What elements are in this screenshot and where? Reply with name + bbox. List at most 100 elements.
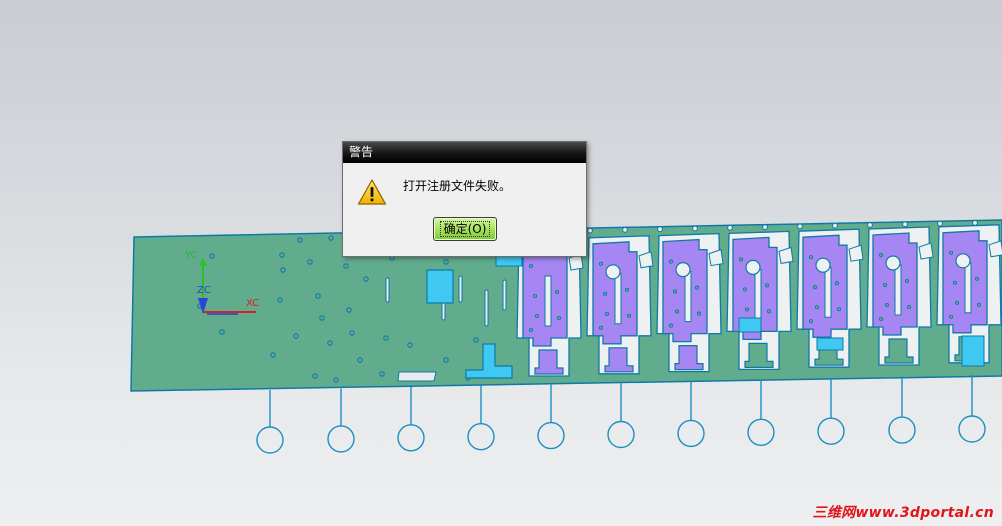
part-slot xyxy=(894,264,902,316)
pilot-hole xyxy=(327,340,333,346)
pilot-hole xyxy=(443,259,449,265)
pilot-hole xyxy=(832,222,838,229)
pilot-hole xyxy=(902,221,908,228)
pilot-hole xyxy=(972,220,978,226)
warning-dialog: 警告 打开注册文件失败。 确定(O) xyxy=(342,141,587,257)
slot xyxy=(502,279,507,311)
part-pin-hole xyxy=(738,257,744,262)
balloon-callout xyxy=(747,418,775,446)
slot xyxy=(397,371,437,382)
watermark: 三维网www.3dportal.cn xyxy=(812,505,994,521)
pilot-hole xyxy=(383,335,389,341)
cut-window xyxy=(816,337,844,351)
pilot-hole xyxy=(346,307,352,313)
balloon-callout xyxy=(958,415,986,443)
pilot-hole xyxy=(277,297,283,303)
part-pin-hole xyxy=(834,281,840,286)
x-axis-label: XC xyxy=(246,298,259,309)
balloon-callout xyxy=(607,420,635,449)
part-hole xyxy=(885,255,901,271)
cut-window xyxy=(495,255,523,267)
dialog-body: 打开注册文件失败。 确定(O) xyxy=(343,163,586,256)
part-pin-hole xyxy=(948,314,954,319)
pilot-hole xyxy=(379,371,385,377)
part-pin-hole xyxy=(696,311,702,316)
part-pin-hole xyxy=(812,285,818,290)
part-pin-hole xyxy=(598,325,604,330)
pilot-hole xyxy=(209,253,215,259)
pilot-hole xyxy=(307,259,313,265)
slot xyxy=(385,277,390,303)
pilot-hole xyxy=(692,225,698,232)
pilot-hole xyxy=(357,357,363,363)
dialog-message: 打开注册文件失败。 xyxy=(403,179,512,193)
balloon-callout xyxy=(537,421,565,450)
pilot-hole xyxy=(328,235,334,241)
balloon-callout xyxy=(467,423,495,451)
part-pin-hole xyxy=(808,319,814,324)
pilot-hole xyxy=(473,337,479,343)
part-pin-hole xyxy=(906,304,912,310)
pilot-hole xyxy=(270,352,276,358)
cut-window xyxy=(426,269,454,304)
pilot-hole xyxy=(219,329,225,335)
ok-button[interactable]: 确定(O) xyxy=(433,217,497,241)
part-pin-hole xyxy=(694,285,700,290)
part-slot xyxy=(544,275,552,327)
y-axis-label: YC xyxy=(184,250,198,261)
dialog-titlebar[interactable]: 警告 xyxy=(343,142,586,163)
part-pin-hole xyxy=(744,307,750,312)
part-pin-hole xyxy=(532,293,538,299)
part-hole xyxy=(605,264,621,280)
part-pin-hole xyxy=(948,250,954,255)
balloon-callout xyxy=(397,424,425,452)
part-slot xyxy=(614,273,622,325)
part-pin-hole xyxy=(604,311,610,316)
part-pin-hole xyxy=(974,276,980,281)
part-pin-hole xyxy=(954,300,960,305)
balloon-callout xyxy=(817,417,845,445)
part-pin-hole xyxy=(882,282,888,288)
balloon-callout xyxy=(677,419,705,448)
part-slot xyxy=(964,262,972,314)
part-pin-hole xyxy=(598,261,604,266)
pilot-hole xyxy=(363,276,369,282)
pilot-hole xyxy=(622,227,628,233)
pilot-hole xyxy=(349,330,355,336)
cut-window xyxy=(961,335,985,367)
part-pin-hole xyxy=(668,323,674,328)
pilot-hole xyxy=(280,267,286,273)
pilot-hole xyxy=(297,237,303,243)
part-pin-hole xyxy=(668,259,674,264)
part-pin-hole xyxy=(952,280,958,285)
part-pin-hole xyxy=(602,291,608,296)
part-pin-hole xyxy=(976,302,982,307)
pilot-hole xyxy=(762,224,768,231)
z-axis-label: ZC xyxy=(197,285,211,296)
strip-layout-model[interactable]: YC ZC XC xyxy=(0,0,1002,526)
graphics-viewport[interactable]: YC ZC XC xyxy=(0,0,1002,526)
balloon-callout xyxy=(888,416,916,444)
ok-button-label: 确定(O) xyxy=(439,221,491,237)
balloon-callout xyxy=(256,426,284,454)
part-hole xyxy=(815,257,831,273)
part-pin-hole xyxy=(672,289,678,294)
part-pin-hole xyxy=(808,255,814,260)
pilot-hole xyxy=(293,333,299,339)
part-pin-hole xyxy=(556,315,562,321)
part-pin-hole xyxy=(528,263,534,269)
part-hole xyxy=(675,262,691,278)
part-pin-hole xyxy=(766,309,772,314)
part-pin-hole xyxy=(764,283,770,288)
dialog-title: 警告 xyxy=(349,145,374,159)
pilot-hole xyxy=(343,263,349,269)
pilot-hole xyxy=(867,222,873,228)
slot xyxy=(458,275,463,303)
balloon-callout xyxy=(327,425,355,453)
pilot-hole xyxy=(279,252,285,258)
part-pin-hole xyxy=(742,287,748,292)
pilot-hole xyxy=(443,357,449,363)
pilot-hole xyxy=(797,223,803,230)
part-pin-hole xyxy=(904,278,910,284)
part-pin-hole xyxy=(836,307,842,312)
